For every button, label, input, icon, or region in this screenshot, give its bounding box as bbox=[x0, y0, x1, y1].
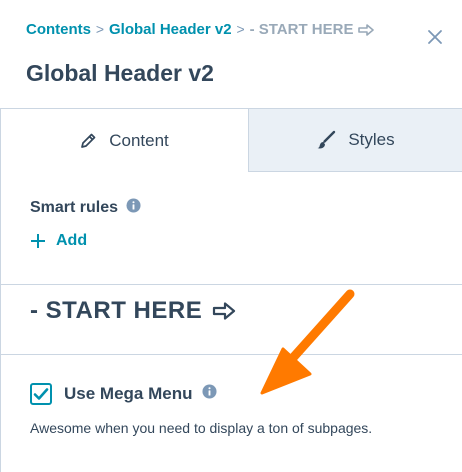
pencil-icon bbox=[81, 133, 96, 148]
mega-menu-option: Use Mega Menu bbox=[30, 383, 218, 405]
tab-styles[interactable]: Styles bbox=[248, 109, 462, 172]
smart-rules-text: Smart rules bbox=[30, 199, 119, 216]
mega-menu-label[interactable]: Use Mega Menu bbox=[64, 384, 192, 404]
section-heading-text: - START HERE bbox=[30, 297, 203, 324]
breadcrumb-global-header[interactable]: Global Header v2 bbox=[109, 21, 232, 38]
page-title: Global Header v2 bbox=[26, 60, 214, 86]
panel-header: Contents > Global Header v2 > - START HE… bbox=[0, 0, 462, 109]
module-editor-panel: Contents > Global Header v2 > - START HE… bbox=[0, 0, 462, 472]
checkmark-icon bbox=[33, 388, 49, 400]
add-smart-rule-button[interactable]: Add bbox=[30, 232, 87, 250]
section-divider bbox=[0, 284, 462, 285]
info-icon[interactable] bbox=[202, 384, 218, 404]
add-label: Add bbox=[56, 232, 88, 249]
smart-rules-label: Smart rules bbox=[30, 198, 141, 218]
outline-arrow-right-icon bbox=[358, 23, 375, 36]
section-heading: - START HERE bbox=[30, 297, 236, 325]
editor-tabs: Content Styles bbox=[0, 109, 462, 172]
breadcrumb: Contents > Global Header v2 > - START HE… bbox=[26, 18, 375, 40]
close-icon bbox=[428, 30, 442, 44]
breadcrumb-start-here: - START HERE bbox=[249, 20, 354, 38]
breadcrumb-separator: > bbox=[95, 21, 105, 37]
tab-styles-label: Styles bbox=[348, 130, 395, 149]
panel-left-border bbox=[0, 108, 1, 472]
breadcrumb-separator: > bbox=[236, 21, 245, 37]
tab-content[interactable]: Content bbox=[0, 109, 248, 172]
outline-arrow-right-icon bbox=[213, 302, 236, 320]
section-divider bbox=[0, 354, 462, 355]
breadcrumb-contents[interactable]: Contents bbox=[26, 21, 91, 38]
info-icon[interactable] bbox=[126, 198, 141, 218]
plus-icon bbox=[31, 234, 45, 248]
close-button[interactable] bbox=[424, 26, 446, 48]
brush-icon bbox=[317, 130, 336, 149]
mega-menu-help-text: Awesome when you need to display a ton o… bbox=[30, 420, 373, 436]
mega-menu-checkbox[interactable] bbox=[30, 383, 52, 405]
tab-content-label: Content bbox=[109, 130, 169, 150]
